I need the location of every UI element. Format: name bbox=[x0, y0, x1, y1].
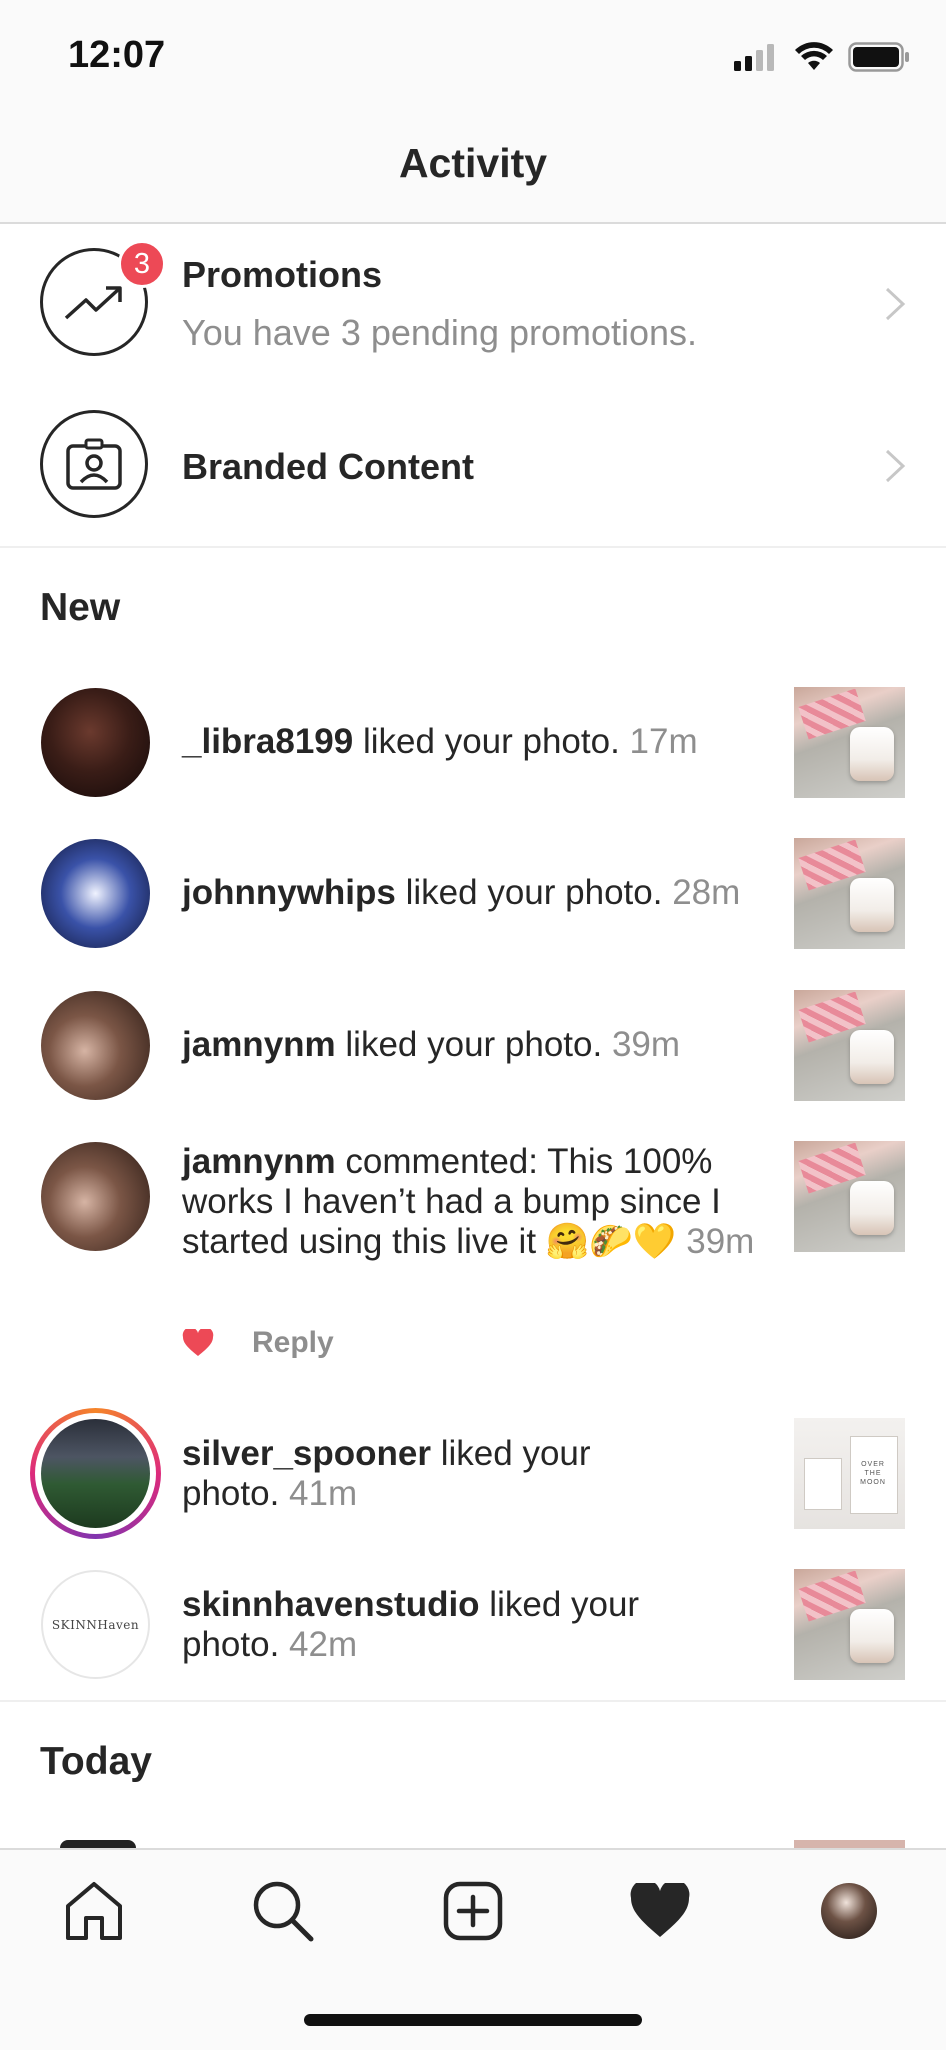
username-link[interactable]: _libra8199 bbox=[182, 722, 353, 761]
home-indicator bbox=[304, 2014, 642, 2026]
branded-content-title: Branded Content bbox=[182, 446, 474, 487]
signal-icon bbox=[734, 44, 774, 71]
section-title-today: Today bbox=[40, 1740, 152, 1783]
tab-new-post[interactable] bbox=[438, 1876, 508, 1946]
branded-content-icon bbox=[66, 438, 122, 490]
activity-message: liked your photo. bbox=[345, 1025, 603, 1064]
activity-message: liked your photo. bbox=[405, 873, 663, 912]
heart-icon[interactable] bbox=[182, 1329, 214, 1357]
story-ring-gap bbox=[35, 1413, 156, 1534]
avatar[interactable] bbox=[41, 1142, 150, 1251]
post-thumbnail[interactable] bbox=[794, 1569, 905, 1680]
avatar[interactable] bbox=[41, 839, 150, 948]
skinnhaven-logo: SKINNHaven bbox=[51, 1617, 140, 1632]
promotions-title: Promotions bbox=[182, 254, 383, 295]
avatar[interactable] bbox=[41, 688, 150, 797]
activity-time: 41m bbox=[289, 1474, 358, 1513]
tab-activity[interactable] bbox=[625, 1876, 695, 1946]
post-thumbnail-partial bbox=[794, 1840, 905, 1848]
activity-time: 39m bbox=[611, 1025, 681, 1064]
add-post-icon bbox=[443, 1881, 503, 1941]
status-icons bbox=[734, 42, 910, 72]
battery-icon bbox=[848, 42, 909, 72]
reply-button[interactable]: Reply bbox=[252, 1326, 334, 1360]
page-title: Activity bbox=[398, 140, 548, 186]
section-divider bbox=[0, 546, 946, 548]
activity-time: 17m bbox=[629, 722, 698, 761]
avatar[interactable] bbox=[41, 991, 150, 1100]
activity-text: jamnynm commented: This 100% works I hav… bbox=[182, 1142, 772, 1262]
chevron-right-icon bbox=[885, 287, 906, 321]
username-link[interactable]: silver_spooner bbox=[182, 1434, 431, 1473]
username-link[interactable]: johnnywhips bbox=[182, 873, 396, 912]
heart-filled-icon bbox=[630, 1883, 690, 1937]
avatar[interactable]: SKINNHaven bbox=[41, 1570, 150, 1679]
trending-up-icon bbox=[64, 286, 122, 320]
post-thumbnail[interactable] bbox=[794, 1141, 905, 1252]
section-title-new: New bbox=[40, 586, 121, 629]
profile-avatar bbox=[821, 1883, 877, 1939]
post-thumbnail[interactable] bbox=[794, 990, 905, 1101]
top-bar: 12:07 Activity bbox=[0, 0, 946, 224]
home-icon bbox=[66, 1882, 122, 1940]
story-ring-avatar[interactable] bbox=[30, 1408, 161, 1539]
activity-time: 28m bbox=[672, 873, 741, 912]
promotions-badge: 3 bbox=[118, 240, 166, 288]
promotions-row[interactable]: 3 Promotions You have 3 pending promotio… bbox=[0, 224, 946, 384]
activity-time: 42m bbox=[289, 1625, 358, 1664]
thumbnail-text: OVER THE MOON bbox=[860, 1461, 886, 1486]
activity-time: 39m bbox=[686, 1222, 755, 1261]
tab-home[interactable] bbox=[59, 1876, 129, 1946]
wifi-icon bbox=[795, 42, 833, 70]
activity-message: liked your photo. bbox=[362, 722, 620, 761]
avatar bbox=[41, 1419, 150, 1528]
post-thumbnail[interactable] bbox=[794, 838, 905, 949]
post-thumbnail[interactable]: OVER THE MOON bbox=[794, 1418, 905, 1529]
username-link[interactable]: jamnynm bbox=[182, 1025, 336, 1064]
comment-actions: Reply bbox=[182, 1326, 334, 1360]
status-time: 12:07 bbox=[68, 34, 166, 76]
branded-content-row[interactable]: Branded Content bbox=[0, 386, 946, 546]
username-link[interactable]: skinnhavenstudio bbox=[182, 1585, 480, 1624]
tab-profile[interactable] bbox=[814, 1876, 884, 1946]
avatar-partial bbox=[60, 1840, 136, 1848]
activity-text: skinnhavenstudio liked your photo. 42m bbox=[182, 1585, 662, 1665]
activity-text: johnnywhips liked your photo. 28m bbox=[182, 873, 782, 913]
promotions-subtitle: You have 3 pending promotions. bbox=[182, 312, 698, 353]
chevron-right-icon bbox=[885, 449, 906, 483]
username-link[interactable]: jamnynm bbox=[182, 1142, 336, 1181]
activity-text: _libra8199 liked your photo. 17m bbox=[182, 722, 782, 762]
section-divider bbox=[0, 1700, 946, 1702]
activity-text: jamnynm liked your photo. 39m bbox=[182, 1025, 782, 1065]
tab-search[interactable] bbox=[248, 1876, 318, 1946]
branded-content-icon-circle bbox=[40, 410, 148, 518]
post-thumbnail[interactable] bbox=[794, 687, 905, 798]
activity-text: silver_spooner liked your photo. 41m bbox=[182, 1434, 622, 1514]
search-icon bbox=[253, 1881, 314, 1942]
